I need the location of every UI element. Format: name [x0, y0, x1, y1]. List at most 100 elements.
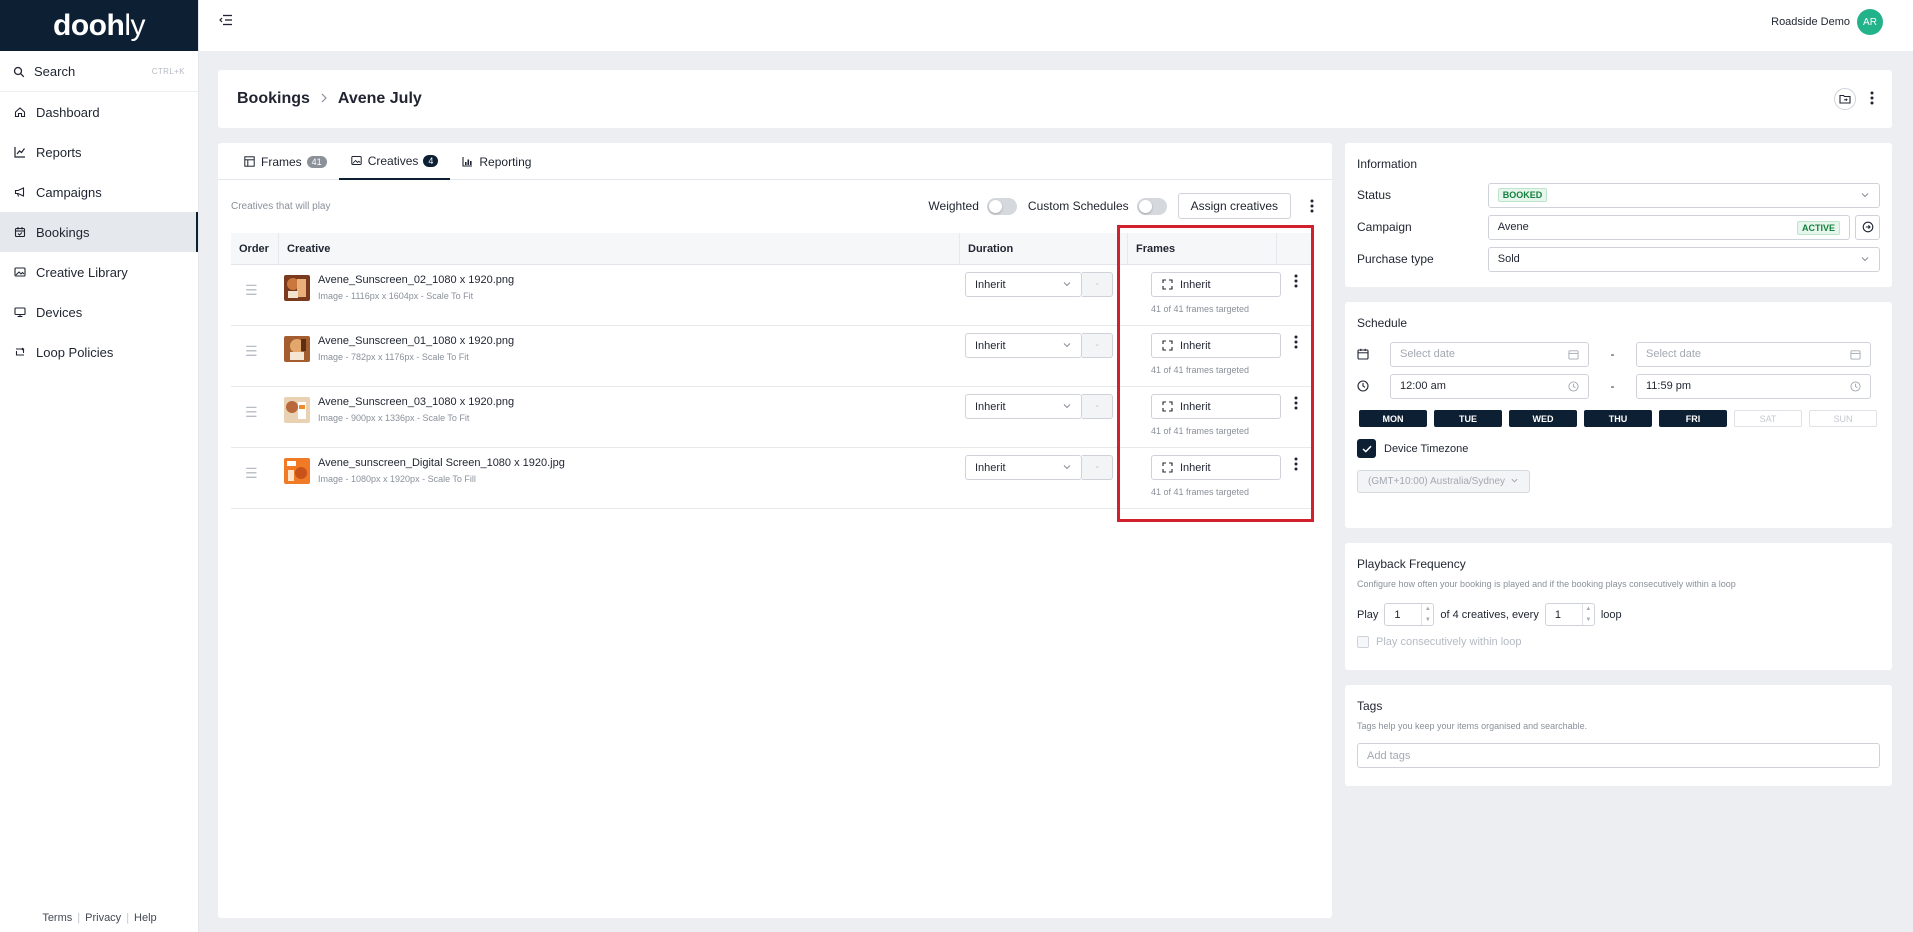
megaphone-icon [13, 185, 27, 199]
campaign-row: Campaign Avene ACTIVE [1357, 211, 1880, 243]
timezone-select[interactable]: (GMT+10:00) Australia/Sydney [1357, 470, 1531, 493]
drag-handle-icon[interactable]: ☰ [245, 404, 258, 421]
sidebar-item-creative-library[interactable]: Creative Library [0, 252, 198, 292]
status-select[interactable]: BOOKED [1487, 182, 1880, 208]
end-time-input[interactable]: 11:59 pm [1636, 373, 1871, 399]
search-label: Search [34, 64, 76, 79]
schedule-title: Schedule [1357, 316, 1408, 330]
every-loop-input[interactable]: 1 ▲ ▼ [1544, 603, 1595, 626]
duration-value-input[interactable]: - [1082, 394, 1113, 419]
duration-select[interactable]: Inherit [965, 272, 1082, 297]
move-folder-button[interactable] [1834, 88, 1856, 110]
consecutive-row: Play consecutively within loop [1357, 636, 1880, 648]
tab-creatives[interactable]: Creatives 4 [338, 143, 451, 180]
sidebar-item-devices[interactable]: Devices [0, 292, 198, 332]
tab-reporting[interactable]: Reporting [450, 143, 543, 180]
tags-input[interactable]: Add tags [1357, 743, 1880, 768]
chevron-down-icon [1062, 279, 1072, 292]
open-campaign-button[interactable] [1855, 214, 1880, 240]
date-range-row: Select date - Select date [1357, 338, 1880, 370]
breadcrumb-bookings[interactable]: Bookings [237, 90, 310, 108]
stepper-icon[interactable]: ▲ ▼ [1421, 604, 1433, 625]
row-options-icon[interactable] [1294, 335, 1298, 352]
row-options-icon[interactable] [1294, 396, 1298, 413]
sidebar-item-reports[interactable]: Reports [0, 132, 198, 172]
user-menu[interactable]: Roadside Demo AR [1771, 9, 1883, 35]
page-title: Avene July [337, 90, 422, 107]
frames-select-button[interactable]: Inherit [1151, 272, 1281, 297]
creatives-panel: Frames 41 Creatives 4 Reporting Creative… [218, 143, 1332, 918]
frames-targeted-text: 41 of 41 frames targeted [1151, 426, 1250, 436]
duration-value-input[interactable]: - [1082, 333, 1113, 358]
drag-handle-icon[interactable]: ☰ [245, 465, 258, 482]
purchase-type-select[interactable]: Sold [1487, 246, 1880, 272]
sidebar-item-bookings[interactable]: Bookings [0, 212, 198, 252]
end-date-input[interactable]: Select date [1636, 341, 1871, 367]
day-wed-toggle[interactable]: WED [1509, 410, 1577, 427]
assign-creatives-button[interactable]: Assign creatives [1177, 193, 1291, 219]
column-creative: Creative [279, 233, 960, 264]
folder-icon [1839, 94, 1851, 104]
day-sat-toggle[interactable]: SAT [1734, 410, 1802, 427]
expand-icon [1162, 279, 1173, 290]
duration-value-input[interactable]: - [1082, 272, 1113, 297]
sidebar-item-dashboard[interactable]: Dashboard [0, 92, 198, 132]
device-timezone-row: Device Timezone [1357, 439, 1880, 458]
app-logo[interactable]: dooh ly [0, 0, 198, 51]
stepper-icon[interactable]: ▲ ▼ [1581, 604, 1594, 625]
creative-meta: Image - 1116px x 1604px - Scale To Fit [318, 291, 474, 301]
weighted-toggle[interactable] [986, 197, 1017, 215]
check-icon [1361, 445, 1372, 453]
campaign-select[interactable]: Avene ACTIVE [1487, 214, 1851, 240]
start-date-input[interactable]: Select date [1390, 341, 1589, 367]
drag-handle-icon[interactable]: ☰ [245, 343, 258, 360]
chevron-down-icon [1860, 190, 1870, 203]
duration-select[interactable]: Inherit [965, 333, 1082, 358]
row-options-icon[interactable] [1294, 274, 1298, 291]
header-actions [1834, 88, 1874, 110]
more-options-icon[interactable] [1870, 91, 1874, 108]
sidebar-item-loop-policies[interactable]: Loop Policies [0, 332, 198, 372]
topbar: Roadside Demo AR [199, 0, 1913, 51]
tab-frames[interactable]: Frames 41 [232, 143, 339, 180]
status-badge: BOOKED [1497, 188, 1548, 202]
day-mon-toggle[interactable]: MON [1359, 410, 1427, 427]
sidebar: dooh ly Search CTRL+K Dashboard Reports C… [0, 0, 199, 932]
playback-description: Configure how often your booking is play… [1357, 579, 1736, 589]
frames-select-button[interactable]: Inherit [1151, 455, 1281, 480]
day-tue-toggle[interactable]: TUE [1434, 410, 1502, 427]
duration-value-input[interactable]: - [1082, 455, 1113, 480]
day-sun-toggle[interactable]: SUN [1809, 410, 1877, 427]
start-time-input[interactable]: 12:00 am [1390, 373, 1589, 399]
tab-bar: Frames 41 Creatives 4 Reporting [218, 143, 1332, 180]
custom-schedules-toggle[interactable] [1136, 197, 1167, 215]
privacy-link[interactable]: Privacy [85, 912, 121, 924]
duration-select[interactable]: Inherit [965, 455, 1082, 480]
breadcrumb: Bookings Avene July [237, 90, 422, 108]
chevron-down-icon [1062, 462, 1072, 475]
custom-schedules-toggle-group: Custom Schedules [1028, 197, 1167, 215]
row-options-icon[interactable] [1294, 457, 1298, 474]
drag-handle-icon[interactable]: ☰ [245, 282, 258, 299]
more-options-icon[interactable] [1305, 199, 1319, 213]
creative-meta: Image - 1080px x 1920px - Scale To Fill [318, 474, 476, 484]
device-timezone-checkbox[interactable] [1357, 439, 1376, 458]
information-title: Information [1357, 157, 1418, 171]
table-row: ☰ Avene_Sunscreen_02_1080 x 1920.png Ima… [231, 265, 1314, 326]
day-fri-toggle[interactable]: FRI [1659, 410, 1727, 427]
chevron-down-icon [1510, 476, 1519, 488]
help-link[interactable]: Help [134, 912, 157, 924]
consecutive-checkbox[interactable] [1357, 636, 1369, 648]
day-thu-toggle[interactable]: THU [1584, 410, 1652, 427]
frames-select-button[interactable]: Inherit [1151, 333, 1281, 358]
terms-link[interactable]: Terms [42, 912, 72, 924]
creative-name: Avene_sunscreen_Digital Screen_1080 x 19… [318, 457, 565, 469]
frames-select-button[interactable]: Inherit [1151, 394, 1281, 419]
monitor-icon [13, 305, 27, 319]
duration-select[interactable]: Inherit [965, 394, 1082, 419]
menu-collapse-icon[interactable] [219, 14, 233, 29]
home-icon [13, 105, 27, 119]
sidebar-item-campaigns[interactable]: Campaigns [0, 172, 198, 212]
play-count-input[interactable]: 1 ▲ ▼ [1384, 603, 1435, 626]
search-nav[interactable]: Search CTRL+K [0, 52, 198, 92]
